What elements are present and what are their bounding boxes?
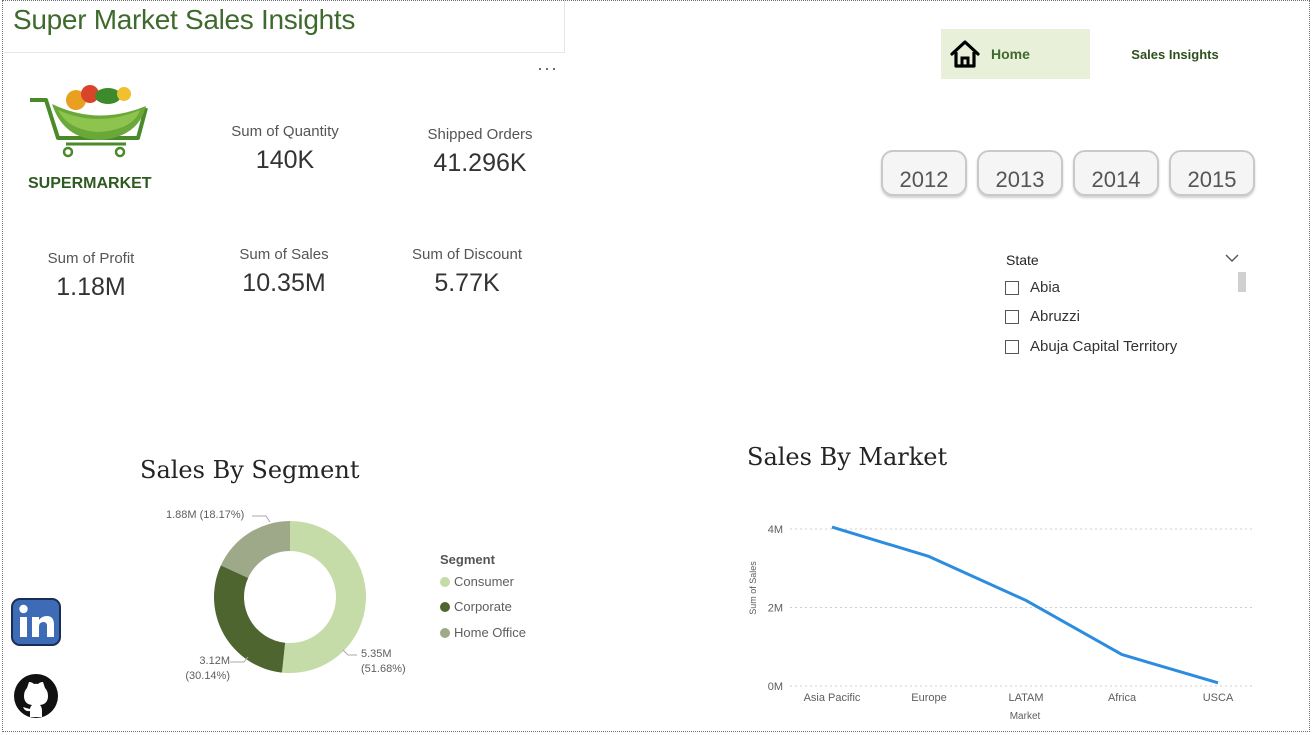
github-icon[interactable] [13, 673, 59, 719]
sales-line[interactable] [831, 525, 1219, 685]
y-axis-label: Sum of Sales [748, 561, 758, 615]
line-point[interactable] [926, 553, 932, 559]
x-tick-label: LATAM [1008, 692, 1043, 704]
x-tick-label: Africa [1108, 692, 1137, 704]
line-point[interactable] [1119, 652, 1125, 658]
line-point[interactable] [829, 524, 835, 530]
x-tick-label: Asia Pacific [804, 692, 861, 704]
linkedin-icon[interactable] [11, 598, 61, 646]
x-tick-label: USCA [1203, 692, 1234, 704]
line-point[interactable] [1023, 597, 1029, 603]
x-tick-label: Europe [911, 692, 946, 704]
y-tick-label: 4M [768, 524, 783, 536]
market-line-chart: 0M 2M 4M Asia Pacific Europe LATAM Africa USCA M… [748, 524, 1255, 722]
x-axis-label: Market [1010, 711, 1041, 722]
line-point[interactable] [1215, 680, 1221, 686]
y-tick-label: 2M [768, 603, 783, 615]
y-tick-label: 0M [768, 681, 783, 693]
